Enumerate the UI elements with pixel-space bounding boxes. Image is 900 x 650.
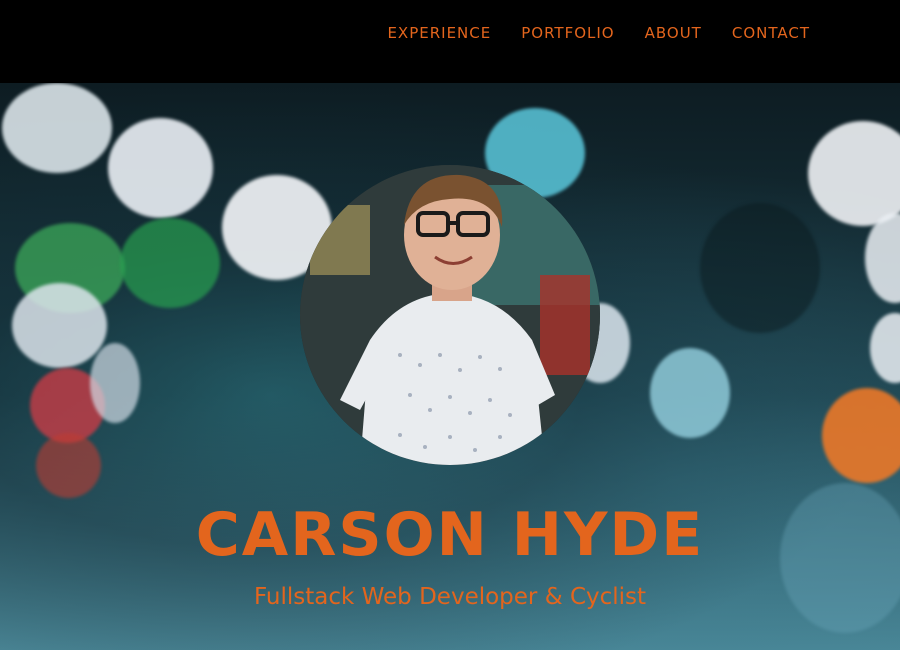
bokeh-light bbox=[90, 343, 140, 423]
nav-link-contact[interactable]: CONTACT bbox=[732, 24, 810, 42]
bokeh-light bbox=[2, 83, 112, 173]
profile-photo bbox=[300, 165, 600, 465]
hero-name: CARSON HYDE bbox=[195, 500, 705, 570]
nav-links: EXPERIENCE PORTFOLIO ABOUT CONTACT bbox=[387, 24, 810, 42]
bokeh-light bbox=[120, 218, 220, 308]
nav-link-about[interactable]: ABOUT bbox=[645, 24, 702, 42]
bokeh-light bbox=[108, 118, 213, 218]
bokeh-light bbox=[865, 213, 900, 303]
bokeh-light bbox=[36, 433, 101, 498]
bokeh-light bbox=[808, 121, 900, 226]
nav-link-portfolio[interactable]: PORTFOLIO bbox=[521, 24, 614, 42]
hero-tagline: Fullstack Web Developer & Cyclist bbox=[253, 584, 647, 610]
bokeh-light bbox=[650, 348, 730, 438]
bokeh-light bbox=[12, 283, 107, 368]
profile-avatar bbox=[300, 165, 600, 465]
top-nav: EXPERIENCE PORTFOLIO ABOUT CONTACT bbox=[0, 0, 900, 83]
bokeh-light bbox=[870, 313, 900, 383]
nav-link-experience[interactable]: EXPERIENCE bbox=[387, 24, 491, 42]
bokeh-light bbox=[822, 388, 900, 483]
bokeh-light bbox=[700, 203, 820, 333]
